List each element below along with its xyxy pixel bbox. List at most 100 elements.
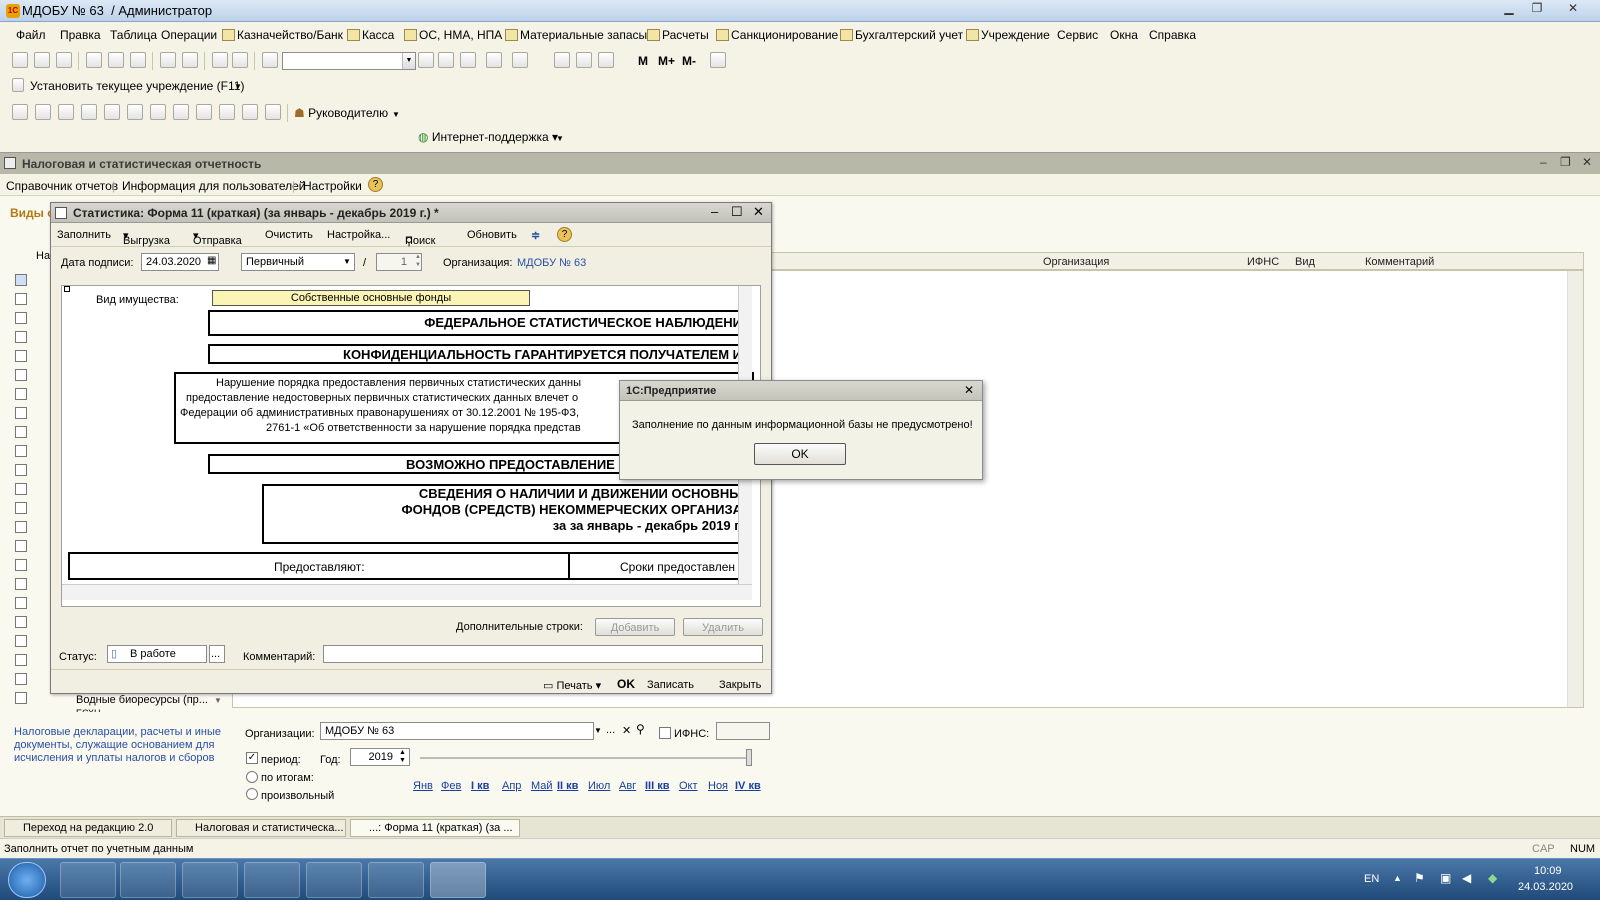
chevron-down-icon[interactable]: ▼ [594, 726, 602, 735]
find-next-icon[interactable] [438, 52, 454, 68]
memory-minus-button[interactable]: М- [682, 54, 696, 68]
calculator-icon[interactable] [554, 52, 570, 68]
print-icon[interactable] [160, 52, 176, 68]
report1-icon[interactable] [12, 104, 28, 120]
list-checkbox[interactable] [15, 369, 27, 381]
clear-button[interactable]: Очистить [265, 229, 313, 241]
menu-sanction[interactable]: Санкционирование [716, 28, 838, 42]
status-select-button[interactable]: ... [209, 645, 225, 663]
ie-taskbar-icon[interactable] [182, 862, 238, 898]
dialog-ok-button[interactable]: OK [754, 443, 846, 465]
list-checkbox[interactable] [15, 673, 27, 685]
list-checkbox[interactable] [15, 654, 27, 666]
ifns-checkbox[interactable] [659, 727, 671, 739]
ok-button[interactable]: OK [617, 677, 635, 691]
report-kind-select[interactable]: Первичный [241, 253, 355, 271]
list-checkbox[interactable] [15, 616, 27, 628]
report-minimize-button[interactable]: – [711, 204, 718, 219]
menu-settlements[interactable]: Расчеты [647, 28, 709, 42]
dialog-close-button[interactable]: ✕ [964, 383, 974, 397]
start-button[interactable] [8, 862, 46, 898]
cut-icon[interactable] [86, 52, 102, 68]
menu-help[interactable]: Справка [1149, 28, 1196, 42]
minimize-button[interactable]: ▁ [1496, 1, 1522, 18]
task-migration[interactable]: Переход на редакцию 2.0 [4, 819, 172, 837]
clock-time[interactable]: 10:09 [1534, 865, 1562, 877]
toolbar-search-input[interactable]: ▼ [282, 52, 416, 70]
list-checkbox[interactable] [15, 483, 27, 495]
report8-icon[interactable] [173, 104, 189, 120]
org-value[interactable]: МДОБУ № 63 [517, 257, 586, 269]
set-institution-button[interactable]: Установить текущее учреждение (F11) [30, 79, 244, 93]
language-indicator[interactable]: EN [1364, 873, 1379, 885]
filter-org-input[interactable]: МДОБУ № 63 [320, 722, 594, 740]
close-form-button[interactable]: Закрыть [719, 679, 761, 691]
month-apr-link[interactable]: Апр [502, 780, 521, 792]
month-jul-link[interactable]: Июл [588, 780, 610, 792]
by-totals-radio[interactable] [246, 771, 258, 783]
close-button[interactable]: ✕ [1560, 1, 1586, 18]
antivirus-icon[interactable]: ◆ [1488, 871, 1497, 885]
fill-button[interactable]: Заполнить [57, 229, 111, 241]
settings-link[interactable]: Настройки [303, 179, 362, 193]
chrome-taskbar-icon[interactable] [244, 862, 300, 898]
list-checkbox[interactable] [15, 502, 27, 514]
list-checkbox[interactable] [15, 635, 27, 647]
mdi-close-button[interactable]: ✕ [1582, 155, 1592, 169]
q2-link[interactable]: II кв [557, 780, 578, 792]
undo-icon[interactable] [212, 52, 228, 68]
clear-icon[interactable]: ✕ [622, 724, 631, 737]
report5-icon[interactable] [104, 104, 120, 120]
acrobat-taskbar-icon[interactable] [368, 862, 424, 898]
info-icon[interactable] [512, 52, 528, 68]
list-checkbox[interactable] [15, 540, 27, 552]
list-checkbox[interactable] [15, 692, 27, 704]
clock-date[interactable]: 24.03.2020 [1518, 881, 1573, 893]
list-checkbox[interactable] [15, 445, 27, 457]
mdi-minimize-button[interactable]: – [1540, 155, 1547, 169]
users-icon[interactable] [598, 52, 614, 68]
list-checkbox[interactable] [15, 293, 27, 305]
preview-icon[interactable] [182, 52, 198, 68]
list-checkbox[interactable] [15, 597, 27, 609]
menu-windows[interactable]: Окна [1110, 28, 1138, 42]
period-slider[interactable] [420, 757, 750, 759]
q1-link[interactable]: I кв [471, 780, 489, 792]
setup-button[interactable]: Настройка... [327, 229, 390, 241]
windows-icon[interactable] [486, 52, 502, 68]
menu-accounting[interactable]: Бухгалтерский учет [840, 28, 963, 42]
menu-cash[interactable]: Касса [347, 28, 394, 42]
period-checkbox[interactable]: ✓ [246, 752, 258, 764]
arbitrary-radio[interactable] [246, 788, 258, 800]
q3-link[interactable]: III кв [645, 780, 670, 792]
new-doc-icon[interactable] [12, 52, 28, 68]
add-row-button[interactable]: Добавить [595, 618, 675, 636]
menu-operations[interactable]: Операции [161, 28, 217, 42]
reports-reference-link[interactable]: Справочник отчетов [6, 179, 118, 193]
comment-input[interactable] [323, 645, 763, 663]
list-checkbox[interactable] [15, 578, 27, 590]
media-player-taskbar-icon[interactable] [120, 862, 176, 898]
report10-icon[interactable] [219, 104, 235, 120]
menu-fixed-assets[interactable]: ОС, НМА, НПА [404, 28, 502, 42]
list-checkbox[interactable] [15, 312, 27, 324]
find-prev-icon[interactable] [460, 52, 476, 68]
q4-link[interactable]: IV кв [735, 780, 761, 792]
memory-button[interactable]: М [638, 54, 648, 68]
calendar-icon[interactable]: ▦ [207, 255, 216, 266]
task-form11[interactable]: ...: Форма 11 (краткая) (за ... [350, 819, 520, 837]
select-button[interactable]: ... [606, 724, 615, 736]
report7-icon[interactable] [150, 104, 166, 120]
copy-icon[interactable] [108, 52, 124, 68]
volume-icon[interactable]: ◀ [1462, 871, 1471, 885]
list-checkbox[interactable] [15, 559, 27, 571]
help-icon[interactable]: ? [368, 177, 383, 192]
report-close-button[interactable]: ✕ [753, 204, 764, 220]
list-checkbox[interactable] [15, 331, 27, 343]
managers-button[interactable]: ☗ Руководителю [294, 106, 388, 120]
export-button[interactable]: Выгрузка ▾ [123, 229, 170, 247]
collapse-icon[interactable]: ≑ [531, 229, 540, 242]
report2-icon[interactable] [35, 104, 51, 120]
month-nov-link[interactable]: Ноя [708, 780, 728, 792]
calendar-icon[interactable] [576, 52, 592, 68]
